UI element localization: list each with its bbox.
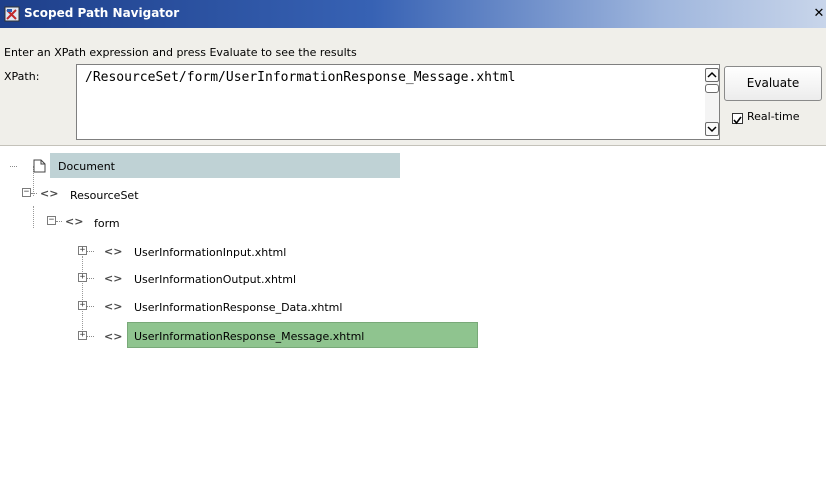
tree-root-document[interactable]: Document xyxy=(58,160,115,173)
tree-connector xyxy=(82,256,83,340)
scroll-up-button[interactable] xyxy=(705,68,719,82)
xpath-label: XPath: xyxy=(4,70,40,83)
document-icon xyxy=(33,159,46,173)
evaluate-button[interactable]: Evaluate xyxy=(724,66,822,101)
collapse-toggle[interactable]: − xyxy=(22,188,31,197)
close-button[interactable]: ✕ xyxy=(812,6,826,22)
tree-node-child[interactable]: UserInformationOutput.xhtml xyxy=(134,273,296,286)
expand-toggle[interactable]: + xyxy=(78,301,87,310)
instruction-text: Enter an XPath expression and press Eval… xyxy=(4,46,357,59)
element-icon: <> xyxy=(65,215,84,228)
xpath-value: /ResourceSet/form/UserInformationRespons… xyxy=(85,70,516,85)
tree-node-child[interactable]: UserInformationResponse_Data.xhtml xyxy=(134,301,342,314)
element-icon: <> xyxy=(104,272,123,285)
element-icon: <> xyxy=(104,300,123,313)
tree-node-selected[interactable]: UserInformationResponse_Message.xhtml xyxy=(134,330,364,343)
chevron-down-icon xyxy=(707,126,717,133)
title-bar[interactable]: Scoped Path Navigator ✕ xyxy=(0,0,826,28)
realtime-checkbox[interactable] xyxy=(732,113,743,125)
scrollbar-thumb[interactable] xyxy=(705,84,719,93)
window-title: Scoped Path Navigator xyxy=(24,6,180,20)
app-icon xyxy=(4,6,20,22)
checkmark-icon xyxy=(733,116,742,125)
xpath-result-tree[interactable]: Document − <> ResourceSet − <> form + <>… xyxy=(0,146,826,491)
tree-connector xyxy=(33,206,34,228)
expand-toggle[interactable]: + xyxy=(78,246,87,255)
tree-node-child[interactable]: UserInformationInput.xhtml xyxy=(134,246,286,259)
realtime-label: Real-time xyxy=(747,110,800,123)
tree-node-resourceset[interactable]: ResourceSet xyxy=(70,189,139,202)
expand-toggle[interactable]: + xyxy=(78,331,87,340)
chevron-up-icon xyxy=(707,71,717,78)
element-icon: <> xyxy=(40,187,59,200)
element-icon: <> xyxy=(104,245,123,258)
collapse-toggle[interactable]: − xyxy=(47,216,56,225)
expand-toggle[interactable]: + xyxy=(78,273,87,282)
xpath-input[interactable]: /ResourceSet/form/UserInformationRespons… xyxy=(76,64,720,140)
xpath-panel: Enter an XPath expression and press Eval… xyxy=(0,28,826,146)
scroll-down-button[interactable] xyxy=(705,122,719,136)
element-icon: <> xyxy=(104,330,123,343)
tree-node-form[interactable]: form xyxy=(94,217,120,230)
